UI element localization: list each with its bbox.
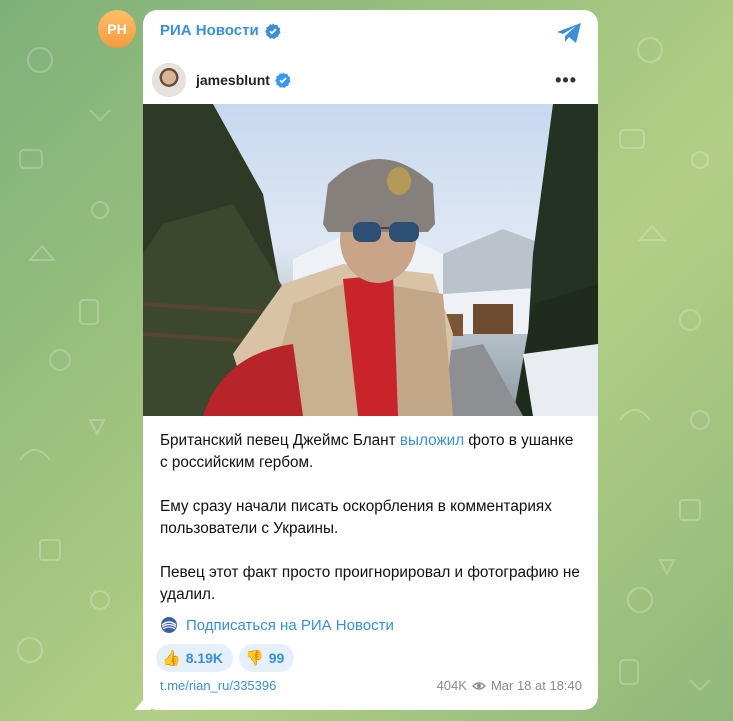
post-paragraph-3: Певец этот факт просто проигнорировал и … xyxy=(160,564,580,603)
instagram-embed-header: jamesblunt ••• xyxy=(152,58,589,102)
message-bubble: РИА Новости jamesblunt ••• Британский пе… xyxy=(143,10,598,710)
reaction-thumbs-up[interactable]: 👍 8.19K xyxy=(156,644,234,672)
reactions-bar: 👍 8.19K 👎 99 xyxy=(156,644,295,672)
instagram-user-avatar[interactable] xyxy=(152,63,186,97)
channel-name[interactable]: РИА Новости xyxy=(160,22,259,39)
channel-avatar-initials: PH xyxy=(107,21,127,37)
share-icon[interactable] xyxy=(556,22,582,44)
photo-illustration xyxy=(143,104,598,416)
post-inline-link[interactable]: выложил xyxy=(400,432,464,449)
instagram-verified-icon xyxy=(275,72,291,88)
eye-icon xyxy=(472,681,486,690)
thumbs-up-icon: 👍 xyxy=(162,650,181,667)
paragraph-1-text: Британский певец Джеймс Блант xyxy=(160,432,400,449)
reaction-thumbs-down[interactable]: 👎 99 xyxy=(239,644,295,672)
post-text: Британский певец Джеймс Блант выложил фо… xyxy=(160,430,585,628)
view-count: 404K xyxy=(436,678,467,693)
message-date: Mar 18 at 18:40 xyxy=(490,678,582,693)
subscribe-label: Подписаться на РИА Новости xyxy=(186,616,394,634)
thumbs-down-icon: 👎 xyxy=(245,650,264,667)
subscribe-link[interactable]: Подписаться на РИА Новости xyxy=(160,616,394,634)
message-meta: 404K Mar 18 at 18:40 xyxy=(437,678,582,693)
channel-avatar[interactable]: PH xyxy=(98,10,136,48)
post-link[interactable]: t.me/rian_ru/335396 xyxy=(160,678,276,693)
ria-logo-icon xyxy=(161,617,177,633)
post-paragraph-1: Британский певец Джеймс Блант выложил фо… xyxy=(160,430,585,474)
message-footer: t.me/rian_ru/335396 404K Mar 18 at 18:40 xyxy=(160,678,582,693)
reaction-count: 8.19K xyxy=(185,650,224,666)
channel-header: РИА Новости xyxy=(160,22,281,39)
post-paragraph-2: Ему сразу начали писать оскорбления в ко… xyxy=(160,498,552,537)
verified-icon xyxy=(264,23,281,39)
more-horizontal-icon[interactable]: ••• xyxy=(555,70,577,91)
reaction-count: 99 xyxy=(268,650,285,666)
instagram-username[interactable]: jamesblunt xyxy=(196,72,270,88)
post-photo[interactable] xyxy=(143,104,598,416)
